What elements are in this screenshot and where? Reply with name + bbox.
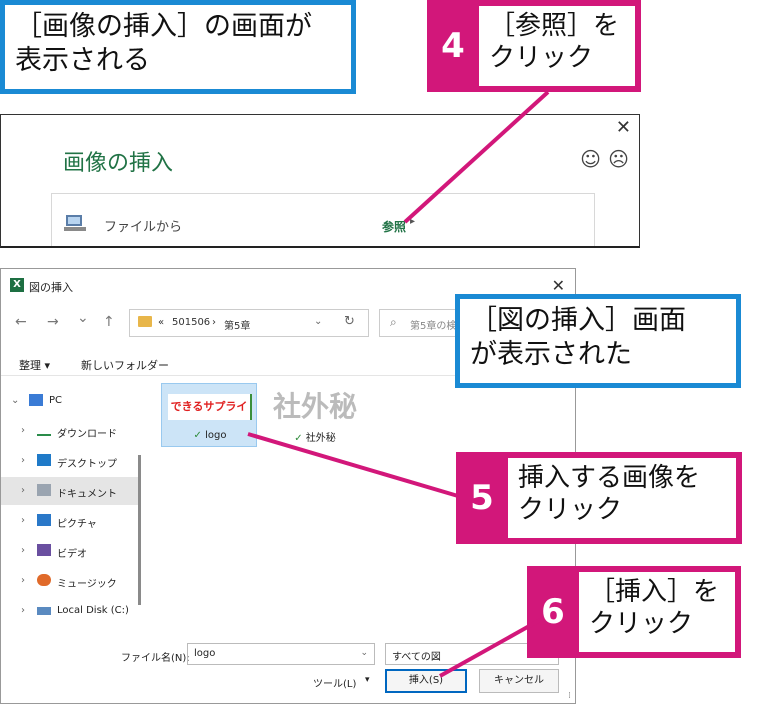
resize-grip-icon[interactable]: ⁞: [568, 691, 571, 701]
callout-step-4: 4 ［参照］を クリック: [427, 0, 641, 92]
pc-icon: [29, 394, 43, 406]
insert-picture-panel: 画像の挿入 ✕ ☺ ☹ ファイルから 参照 ▸: [0, 114, 640, 248]
callout-step-6: 6 ［挿入］を クリック: [527, 566, 741, 658]
chevron-right-icon[interactable]: ›: [21, 485, 25, 496]
close-icon[interactable]: ✕: [616, 117, 631, 138]
scrollbar[interactable]: [138, 455, 141, 605]
from-file-row[interactable]: ファイルから 参照 ▸: [51, 193, 595, 246]
insert-button[interactable]: 挿入(S): [385, 669, 467, 693]
callout-figure-dialog-shown: ［図の挿入］画面 が表示された: [455, 294, 741, 388]
new-folder-button[interactable]: 新しいフォルダー: [81, 357, 169, 373]
dialog-title: 図の挿入: [29, 281, 73, 294]
chevron-right-icon[interactable]: ›: [21, 515, 25, 526]
back-arrow-icon[interactable]: ←: [15, 314, 27, 330]
step-text: ［参照］を クリック: [479, 6, 635, 86]
organize-button[interactable]: 整理 ▾: [19, 357, 50, 373]
desktop-icon: [37, 454, 51, 466]
from-file-label: ファイルから: [104, 220, 183, 235]
filename-label: ファイル名(N):: [121, 653, 190, 664]
file-name-text: logo: [205, 430, 227, 441]
check-circle-icon: ✓: [294, 433, 303, 444]
up-arrow-icon[interactable]: ↑: [103, 314, 115, 330]
computer-icon: [64, 215, 86, 231]
confidential-thumbnail: 社外秘: [272, 390, 357, 423]
breadcrumb-chapter5[interactable]: 第5章: [224, 317, 250, 332]
check-circle-icon: ✓: [193, 430, 202, 441]
tree-label: Local Disk (C:): [57, 605, 129, 616]
panel-title: 画像の挿入: [63, 151, 174, 176]
tree-label: ミュージック: [57, 579, 117, 590]
chevron-down-icon[interactable]: ⌄: [360, 648, 368, 658]
file-name: ✓ 社外秘: [267, 429, 363, 444]
step-number: 5: [470, 478, 494, 518]
tree-item-videos[interactable]: › ビデオ: [1, 537, 139, 565]
logo-thumbnail: できるサプライ: [168, 394, 252, 420]
navigation-pane: ⌄ PC › ダウンロード › デスクトップ › ドキュメント › ピクチャ ›…: [1, 379, 149, 635]
chevron-down-icon[interactable]: ⌄: [11, 395, 19, 406]
step-number: 6: [541, 592, 565, 632]
step-text: 挿入する画像を クリック: [508, 458, 736, 538]
callout-insert-dialog-shown: ［画像の挿入］の画面が 表示される: [0, 0, 356, 94]
chevron-right-icon: ▸: [410, 216, 416, 227]
tree-label: ビデオ: [57, 549, 87, 560]
breadcrumb-501506[interactable]: 501506: [172, 317, 210, 328]
callout-step-5: 5 挿入する画像を クリック: [456, 452, 742, 544]
tree-label: ドキュメント: [57, 489, 117, 500]
tree-item-music[interactable]: › ミュージック: [1, 567, 139, 595]
frown-icon[interactable]: ☹: [608, 147, 629, 171]
file-item-confidential[interactable]: 社外秘 ✓ 社外秘: [267, 383, 363, 447]
chevron-right-icon[interactable]: ›: [21, 455, 25, 466]
recent-locations-icon[interactable]: ⌄: [77, 310, 89, 326]
filename-value: logo: [194, 648, 216, 659]
tree-label: デスクトップ: [57, 459, 117, 470]
folder-icon: [138, 316, 152, 327]
tree-label: PC: [49, 395, 63, 406]
filename-field[interactable]: logo ⌄: [187, 643, 375, 665]
excel-icon: X: [10, 278, 24, 292]
address-bar[interactable]: « 501506 › 第5章 ⌄ ↻: [129, 309, 369, 337]
tree-item-desktop[interactable]: › デスクトップ: [1, 447, 139, 475]
chevron-down-icon[interactable]: ▾: [365, 675, 370, 685]
step-number: 4: [441, 26, 465, 66]
videos-icon: [37, 544, 51, 556]
tree-item-pc[interactable]: ⌄ PC: [1, 387, 139, 415]
forward-arrow-icon[interactable]: →: [47, 314, 59, 330]
breadcrumb-separator: ›: [212, 317, 216, 328]
tree-item-documents[interactable]: › ドキュメント: [1, 477, 139, 505]
tree-item-downloads[interactable]: › ダウンロード: [1, 417, 139, 445]
smile-icon[interactable]: ☺: [580, 147, 601, 171]
breadcrumb-overflow[interactable]: «: [158, 317, 164, 328]
chevron-right-icon[interactable]: ›: [21, 545, 25, 556]
close-icon[interactable]: ✕: [552, 276, 565, 295]
browse-link[interactable]: 参照: [382, 218, 406, 235]
tree-item-local-disk[interactable]: › Local Disk (C:): [1, 597, 139, 625]
cancel-button[interactable]: キャンセル: [479, 669, 559, 693]
tree-label: ダウンロード: [57, 429, 117, 440]
disk-icon: [37, 607, 51, 615]
file-name-text: 社外秘: [305, 433, 336, 444]
pictures-icon: [37, 514, 51, 526]
tree-label: ピクチャ: [57, 519, 97, 530]
tools-menu[interactable]: ツール(L): [313, 675, 356, 690]
step-text: ［挿入］を クリック: [579, 572, 735, 652]
music-icon: [37, 574, 51, 586]
file-name: ✓ logo: [162, 430, 258, 441]
chevron-right-icon[interactable]: ›: [21, 575, 25, 586]
chevron-down-icon[interactable]: ⌄: [314, 316, 322, 327]
tree-item-pictures[interactable]: › ピクチャ: [1, 507, 139, 535]
file-item-logo[interactable]: できるサプライ ✓ logo: [161, 383, 257, 447]
chevron-right-icon[interactable]: ›: [21, 425, 25, 436]
documents-icon: [37, 484, 51, 496]
chevron-right-icon[interactable]: ›: [21, 605, 25, 616]
download-icon: [37, 424, 51, 436]
refresh-icon[interactable]: ↻: [344, 314, 355, 329]
search-icon: ⌕: [390, 315, 397, 329]
